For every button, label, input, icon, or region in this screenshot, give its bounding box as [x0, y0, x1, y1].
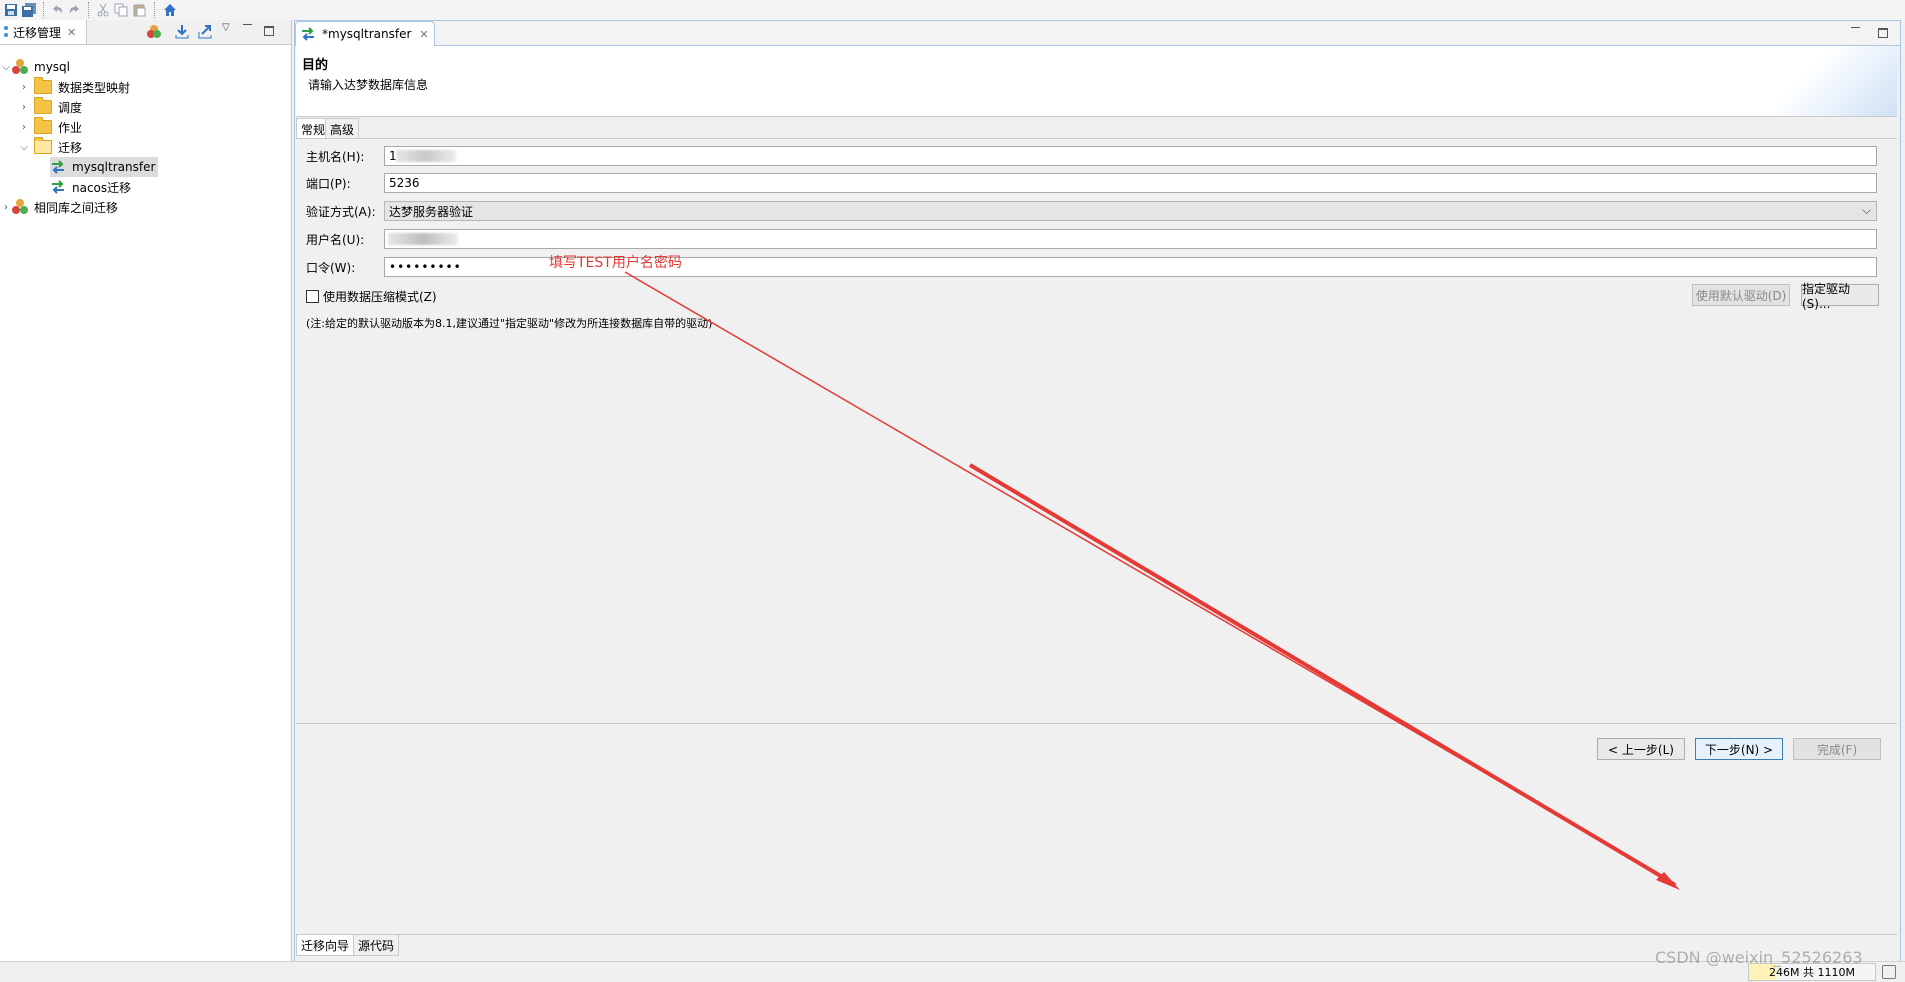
- tab-mysqltransfer[interactable]: *mysqltransfer ✕: [295, 21, 435, 46]
- tab-source-code[interactable]: 源代码: [353, 935, 400, 956]
- tab-migration-wizard[interactable]: 迁移向导: [296, 935, 355, 956]
- chevron-down-icon[interactable]: ⌵: [18, 141, 30, 153]
- wizard-subtabs: 常规 高级: [296, 118, 1897, 139]
- maximize-icon[interactable]: [264, 26, 274, 36]
- minimize-icon[interactable]: [243, 24, 252, 27]
- port-field[interactable]: 5236: [384, 173, 1877, 193]
- minimize-icon[interactable]: [1851, 27, 1860, 30]
- tree-item-nacos[interactable]: nacos迁移: [50, 177, 131, 197]
- cut-icon[interactable]: [94, 1, 112, 19]
- tree-item-job[interactable]: › 作业: [18, 117, 82, 137]
- redacted-username: [388, 233, 458, 245]
- host-field[interactable]: 1: [384, 146, 1877, 166]
- view-menu-icon[interactable]: ▽: [222, 22, 230, 33]
- annotation-text: 填写TEST用户名密码: [549, 255, 682, 271]
- auth-label: 验证方式(A):: [306, 204, 376, 219]
- connection-form: 主机名(H): 1 端口(P): 5236 验证方式(A): 达梦服务器验证 ⌵…: [296, 138, 1897, 719]
- port-label: 端口(P):: [306, 176, 351, 191]
- chevron-down-icon[interactable]: ⌵: [1862, 203, 1871, 218]
- tree-item-label: mysqltransfer: [72, 160, 156, 174]
- password-label: 口令(W):: [306, 260, 356, 275]
- auth-select-value: 达梦服务器验证: [389, 204, 474, 219]
- copy-icon[interactable]: [112, 1, 130, 19]
- left-view-tabbar: 迁移管理 ✕ ▽: [0, 20, 291, 45]
- export-icon[interactable]: [197, 24, 213, 43]
- tree-item-schedule[interactable]: › 调度: [18, 97, 82, 117]
- chevron-right-icon[interactable]: ›: [0, 201, 12, 213]
- tab-advanced[interactable]: 高级: [325, 118, 360, 139]
- close-icon[interactable]: ✕: [67, 26, 76, 39]
- wizard-button-bar: < 上一步(L) 下一步(N) > 完成(F): [296, 723, 1897, 769]
- editor-tabbar: *mysqltransfer ✕: [295, 21, 1900, 46]
- import-icon[interactable]: [174, 24, 190, 43]
- page-title: 目的: [302, 58, 329, 73]
- paste-icon[interactable]: [130, 1, 148, 19]
- tab-migration-manager-label: 迁移管理: [13, 25, 62, 40]
- finish-button[interactable]: 完成(F): [1793, 738, 1881, 760]
- redacted-host: [396, 150, 456, 162]
- close-icon[interactable]: ✕: [419, 28, 428, 41]
- wizard-editor: *mysqltransfer ✕ 目的 请输入达梦数据库信息 常规 高级 主机名…: [294, 20, 1901, 963]
- tab-mysqltransfer-label: *mysqltransfer: [322, 27, 412, 41]
- folder-icon: [34, 117, 52, 134]
- database-icon: [12, 199, 28, 215]
- tree-item-label: 作业: [58, 120, 83, 135]
- host-label: 主机名(H):: [306, 149, 365, 164]
- tree-item-migration[interactable]: ⌵ 迁移: [18, 137, 82, 157]
- auth-select[interactable]: 达梦服务器验证: [384, 201, 1877, 221]
- migration-manager-view: 迁移管理 ✕ ▽ ⌵ mysql › 数据类型映射 › 调度 › 作业 ⌵ 迁移…: [0, 20, 292, 961]
- compress-checkbox[interactable]: [306, 290, 319, 303]
- folder-icon: [34, 77, 52, 94]
- wizard-banner-decoration: [1776, 46, 1897, 116]
- tree-item-label: 相同库之间迁移: [34, 200, 119, 215]
- chevron-down-icon[interactable]: ⌵: [0, 61, 12, 73]
- tree-item-label: 调度: [58, 100, 83, 115]
- username-label: 用户名(U):: [306, 232, 365, 247]
- driver-note: (注:给定的默认驱动版本为8.1,建议通过"指定驱动"修改为所连接数据库自带的驱…: [306, 317, 713, 330]
- chevron-right-icon[interactable]: ›: [18, 101, 30, 113]
- save-all-icon[interactable]: [20, 1, 38, 19]
- migration-view-icon: [2, 25, 10, 39]
- csdn-watermark: CSDN @weixin_52526263: [1655, 948, 1863, 967]
- transfer-icon: [300, 27, 316, 41]
- chevron-right-icon[interactable]: ›: [18, 81, 30, 93]
- folder-icon: [34, 97, 52, 114]
- wizard-header: 目的 请输入达梦数据库信息: [296, 46, 1897, 117]
- tree-item-same-db-migration[interactable]: › 相同库之间迁移: [0, 197, 118, 217]
- page-description: 请输入达梦数据库信息: [308, 78, 429, 92]
- maximize-icon[interactable]: [1878, 28, 1888, 38]
- main-toolbar: [0, 0, 1905, 20]
- save-icon[interactable]: [2, 1, 20, 19]
- tree-item-label: mysql: [34, 60, 70, 74]
- chevron-right-icon[interactable]: ›: [18, 121, 30, 133]
- tree-item-label: 迁移: [58, 140, 83, 155]
- garbage-collect-icon[interactable]: [1882, 965, 1896, 979]
- tree-item-type-mapping[interactable]: › 数据类型映射: [18, 77, 130, 97]
- redo-icon[interactable]: [66, 1, 84, 19]
- tree-item-label: 数据类型映射: [58, 80, 131, 95]
- default-driver-button[interactable]: 使用默认驱动(D): [1692, 284, 1790, 306]
- back-button[interactable]: < 上一步(L): [1597, 738, 1685, 760]
- transfer-icon: [50, 180, 66, 194]
- tree-item-label: nacos迁移: [72, 180, 132, 195]
- next-button[interactable]: 下一步(N) >: [1695, 738, 1783, 760]
- specify-driver-button[interactable]: 指定驱动(S)...: [1801, 282, 1879, 311]
- new-project-icon[interactable]: [146, 24, 162, 43]
- username-field[interactable]: [384, 229, 1877, 249]
- undo-icon[interactable]: [48, 1, 66, 19]
- compress-label: 使用数据压缩模式(Z): [323, 290, 437, 304]
- database-icon: [12, 59, 28, 75]
- tab-migration-manager[interactable]: 迁移管理 ✕: [0, 20, 87, 44]
- compress-option[interactable]: 使用数据压缩模式(Z): [306, 288, 437, 305]
- status-bar: 246M 共 1110M: [0, 961, 1905, 982]
- home-icon[interactable]: [161, 1, 179, 19]
- transfer-icon: [50, 160, 66, 174]
- open-folder-icon: [34, 137, 52, 154]
- tree-item-mysql[interactable]: ⌵ mysql: [0, 57, 70, 77]
- tree-item-mysqltransfer[interactable]: mysqltransfer: [50, 157, 159, 177]
